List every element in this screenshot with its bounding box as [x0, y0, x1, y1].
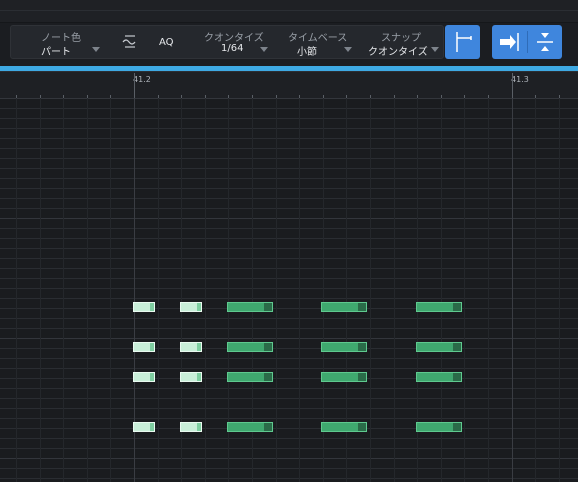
grid-column-line — [16, 98, 17, 482]
editor-toolbar: ノート色 パート AQ クオンタイズ 1/64 タイムベース 小節 スナップ ク… — [10, 25, 444, 59]
note-tail — [197, 343, 201, 351]
note-tail — [150, 423, 154, 431]
aq-button[interactable]: AQ — [159, 37, 174, 48]
note-tail — [264, 373, 272, 381]
timebase-label: タイムベース — [288, 33, 348, 44]
grid-column-line — [370, 98, 371, 482]
grid-column-line — [299, 98, 300, 482]
grid-column-line — [205, 98, 206, 482]
timebase-control[interactable]: タイムベース 小節 — [283, 26, 361, 58]
window-top-strip — [0, 0, 578, 23]
snap-to-start-button[interactable] — [445, 25, 480, 59]
note-block[interactable] — [416, 372, 462, 382]
note-tail — [453, 343, 461, 351]
timebase-value: 小節 — [297, 47, 317, 58]
split-icon — [537, 33, 553, 51]
grid-column-line — [394, 98, 395, 482]
note-color-control[interactable]: ノート色 パート — [29, 26, 107, 58]
note-tail — [358, 373, 366, 381]
note-tail — [150, 373, 154, 381]
note-tail — [264, 423, 272, 431]
snap-value: クオンタイズ — [368, 47, 428, 58]
quantize-value: 1/64 — [221, 43, 244, 54]
arrow-right-to-line-button[interactable] — [492, 25, 527, 59]
chevron-down-icon — [344, 47, 352, 52]
note-block[interactable] — [416, 302, 462, 312]
note-block[interactable] — [321, 372, 367, 382]
grid-column-line — [110, 98, 111, 482]
quantize-wave-button[interactable] — [121, 26, 139, 58]
ruler-marker-41-2: 41.2 — [133, 75, 151, 84]
arrow-right-to-line-icon — [500, 33, 519, 51]
note-block[interactable] — [416, 342, 462, 352]
piano-roll-grid[interactable] — [0, 98, 578, 482]
note-tail — [358, 343, 366, 351]
note-tail — [197, 303, 201, 311]
note-tail — [453, 303, 461, 311]
timeline-ruler[interactable]: 41.2 41.3 — [0, 71, 578, 99]
grid-column-line — [464, 98, 465, 482]
grid-column-line — [512, 98, 513, 482]
note-tail — [150, 343, 154, 351]
note-block[interactable] — [227, 342, 273, 352]
quantize-wave-icon — [122, 35, 136, 48]
note-tail — [453, 423, 461, 431]
ruler-tick — [512, 73, 513, 99]
ruler-marker-41-3: 41.3 — [511, 75, 529, 84]
grid-column-line — [559, 98, 560, 482]
grid-column-line — [87, 98, 88, 482]
note-block[interactable] — [180, 302, 202, 312]
note-block[interactable] — [416, 422, 462, 432]
note-block[interactable] — [180, 372, 202, 382]
note-tail — [358, 303, 366, 311]
note-block[interactable] — [133, 342, 155, 352]
snap-control[interactable]: スナップ クオンタイズ — [363, 26, 443, 58]
note-tail — [264, 303, 272, 311]
note-block[interactable] — [227, 302, 273, 312]
grid-column-line — [158, 98, 159, 482]
grid-column-line — [40, 98, 41, 482]
note-block[interactable] — [133, 422, 155, 432]
tool-button-group — [492, 25, 562, 59]
snap-label: スナップ — [381, 33, 421, 44]
note-block[interactable] — [321, 342, 367, 352]
note-block[interactable] — [180, 422, 202, 432]
chevron-down-icon — [431, 47, 439, 52]
quantize-label: クオンタイズ — [204, 33, 264, 44]
grid-column-line — [535, 98, 536, 482]
grid-column-line — [488, 98, 489, 482]
note-tail — [150, 303, 154, 311]
snap-start-icon — [456, 32, 472, 52]
note-block[interactable] — [321, 302, 367, 312]
top-strip-line — [0, 10, 578, 11]
note-block[interactable] — [133, 302, 155, 312]
note-tail — [197, 373, 201, 381]
note-block[interactable] — [227, 372, 273, 382]
split-button[interactable] — [528, 25, 562, 59]
grid-column-line — [63, 98, 64, 482]
note-color-value: パート — [41, 47, 71, 58]
note-tail — [197, 423, 201, 431]
note-block[interactable] — [321, 422, 367, 432]
note-tail — [358, 423, 366, 431]
note-block[interactable] — [227, 422, 273, 432]
chevron-down-icon — [92, 47, 100, 52]
note-block[interactable] — [133, 372, 155, 382]
note-tail — [453, 373, 461, 381]
chevron-down-icon — [260, 47, 268, 52]
note-tail — [264, 343, 272, 351]
note-block[interactable] — [180, 342, 202, 352]
ruler-tick — [134, 73, 135, 99]
quantize-control[interactable]: クオンタイズ 1/64 — [199, 26, 277, 58]
note-color-label: ノート色 — [41, 33, 81, 44]
grid-column-line — [276, 98, 277, 482]
